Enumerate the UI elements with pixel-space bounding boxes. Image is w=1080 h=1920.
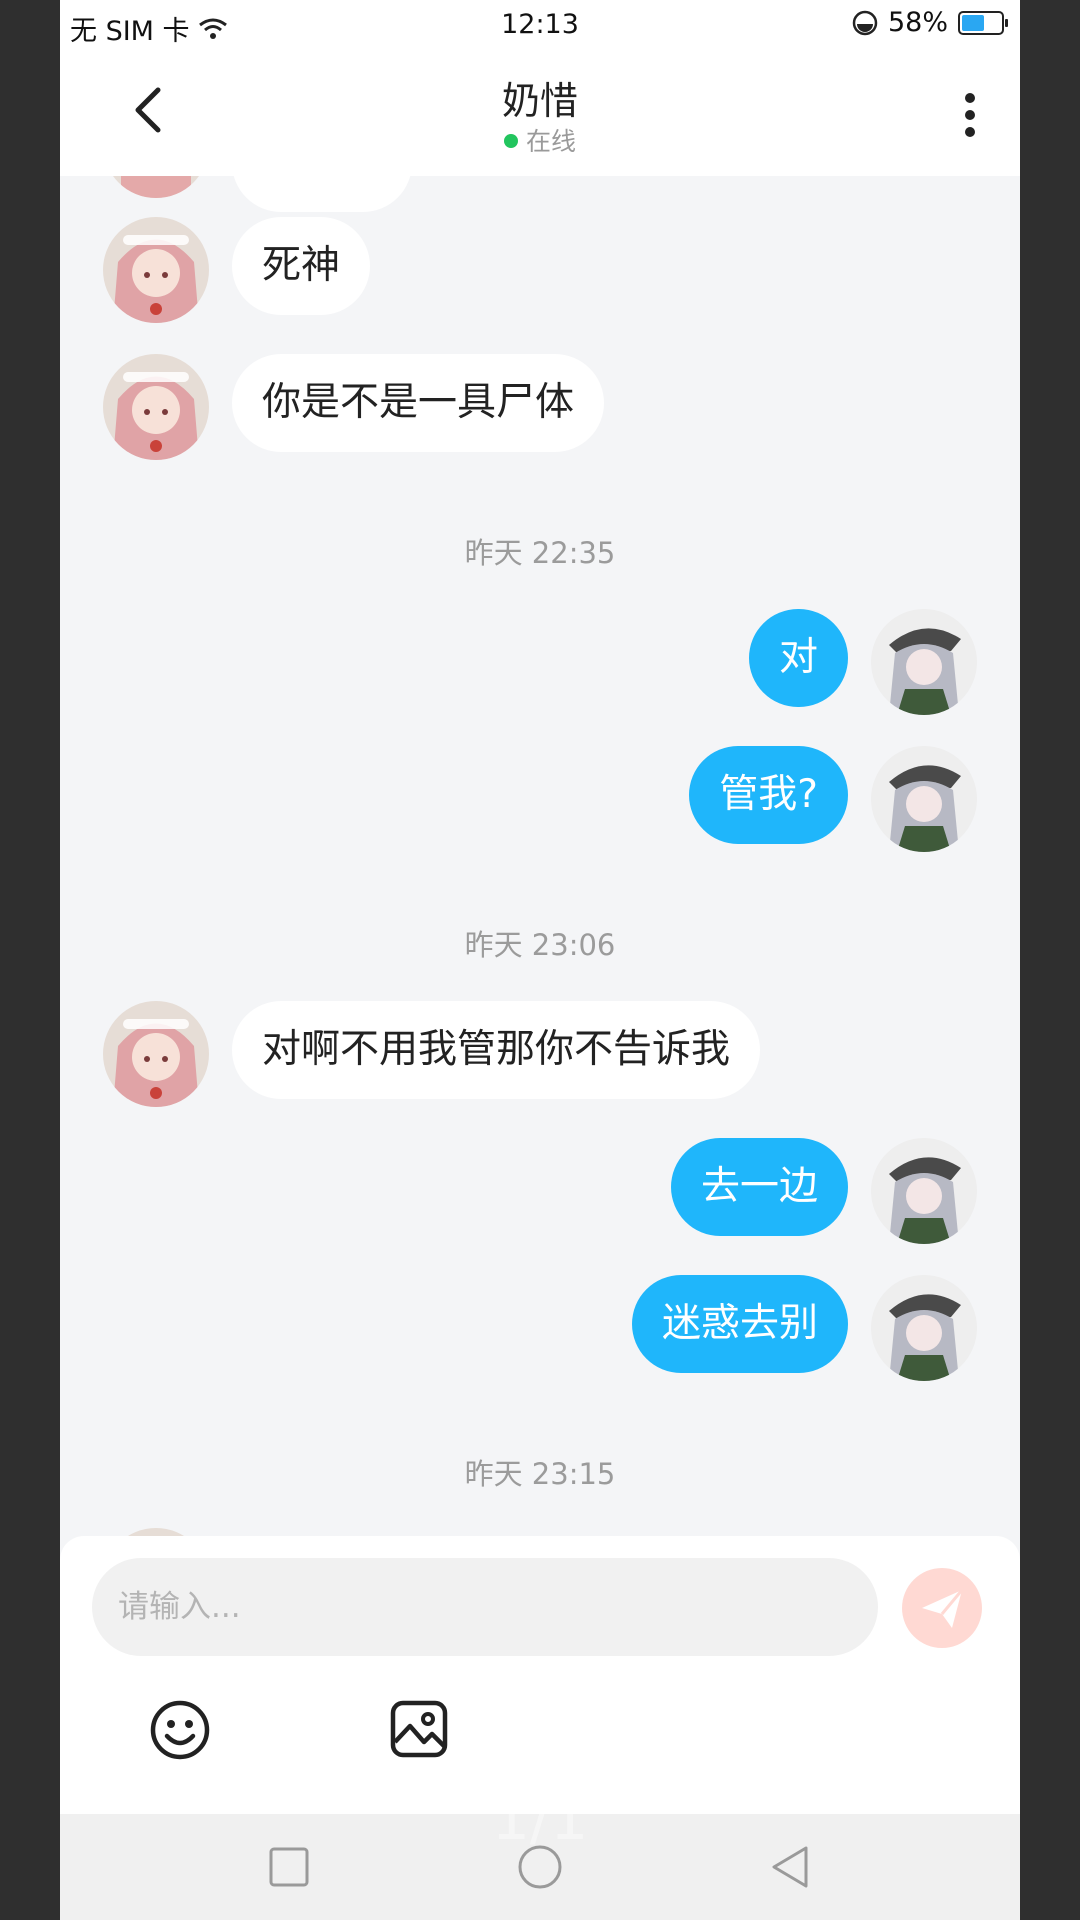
timestamp: 昨天 22:35 <box>464 536 616 570</box>
message-bubble-partial <box>232 176 412 212</box>
my-avatar[interactable] <box>871 1275 977 1381</box>
image-icon[interactable] <box>388 1698 450 1760</box>
chat-screen: 无 SIM 卡 12:13 58% 奶惜 在线 死神 你是不是一具尸体 昨天 2… <box>60 0 1020 1920</box>
contact-avatar[interactable] <box>103 354 209 460</box>
send-icon <box>922 1589 964 1628</box>
timestamp: 昨天 23:06 <box>464 928 616 962</box>
contact-avatar[interactable] <box>103 1528 209 1536</box>
battery-icon <box>958 10 1008 35</box>
message-input[interactable] <box>92 1558 878 1656</box>
presence-label: 在线 <box>525 127 576 156</box>
timestamp: 昨天 23:15 <box>464 1457 616 1491</box>
presence-status: 在线 <box>60 122 1020 158</box>
more-options-icon[interactable] <box>960 90 980 140</box>
contact-avatar[interactable] <box>103 217 209 323</box>
data-saver-icon <box>852 10 878 35</box>
my-avatar[interactable] <box>871 746 977 852</box>
composer-panel <box>60 1536 1020 1814</box>
message-bubble-outgoing[interactable]: 管我? <box>689 746 848 844</box>
my-avatar[interactable] <box>871 1138 977 1244</box>
square-icon[interactable] <box>264 1842 314 1892</box>
online-dot <box>503 134 518 148</box>
battery-percent: 58% <box>887 7 948 38</box>
send-button[interactable] <box>902 1568 982 1648</box>
message-bubble-outgoing[interactable]: 去一边 <box>670 1138 848 1236</box>
message-bubble-outgoing[interactable]: 迷惑去别 <box>631 1275 848 1373</box>
triangle-back-icon[interactable] <box>766 1842 816 1892</box>
circle-icon[interactable] <box>515 1842 565 1892</box>
message-list[interactable]: 死神 你是不是一具尸体 昨天 22:35 对 管我? 昨天 23:06 对啊不用… <box>60 176 1020 1536</box>
message-bubble-incoming[interactable]: 你是不是一具尸体 <box>232 354 605 452</box>
my-avatar[interactable] <box>871 609 977 715</box>
contact-avatar[interactable] <box>103 1001 209 1107</box>
smiley-icon[interactable] <box>148 1698 212 1762</box>
contact-name: 奶惜 <box>501 79 578 123</box>
chat-header: 奶惜 在线 <box>60 50 1020 176</box>
message-bubble-incoming[interactable]: 死神 <box>232 217 371 315</box>
contact-avatar[interactable] <box>103 176 209 198</box>
system-nav-bar: 1/1 <box>60 1784 1020 1920</box>
message-bubble-incoming[interactable]: 对啊不用我管那你不告诉我 <box>232 1001 761 1099</box>
message-bubble-outgoing[interactable]: 对 <box>748 609 848 707</box>
status-bar: 无 SIM 卡 12:13 58% <box>60 0 1020 50</box>
